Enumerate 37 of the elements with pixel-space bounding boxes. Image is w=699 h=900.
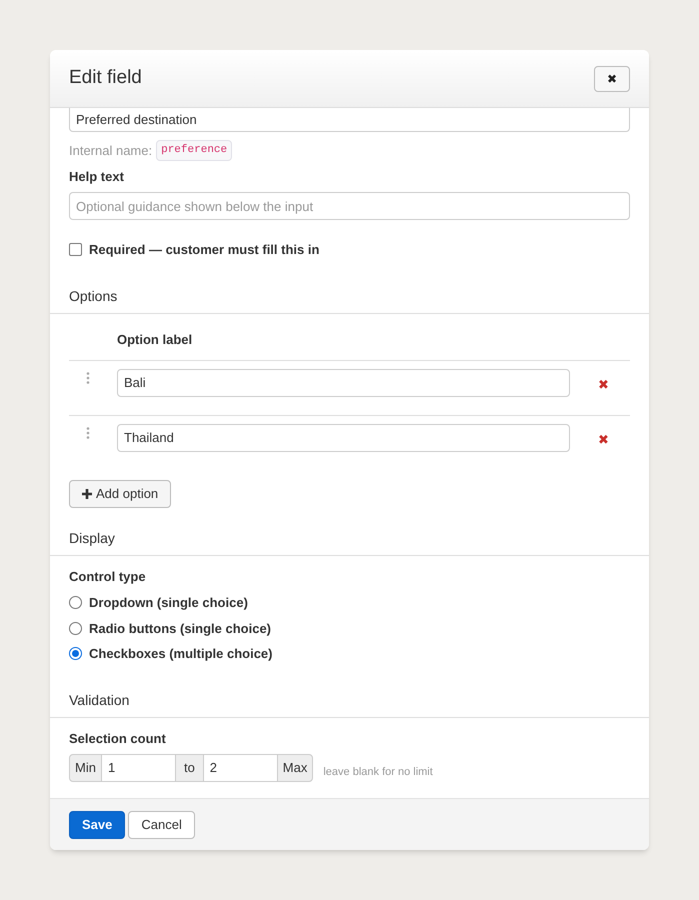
control-type-label: Control type [69, 568, 147, 586]
hint-text: leave blank for no limit [323, 764, 433, 780]
radio-label: Radio buttons (single choice) [89, 620, 272, 638]
option-input[interactable]: Bali [117, 368, 570, 396]
drag-handle-icon[interactable] [86, 372, 90, 384]
remove-button[interactable]: ✖ [598, 430, 609, 449]
to-addon: to [174, 754, 204, 782]
radio-label: Dropdown (single choice) [89, 594, 248, 612]
plus-icon [82, 488, 92, 498]
internal-name-label: Internal name: [69, 142, 152, 160]
max-addon: Max [276, 754, 314, 782]
max-input[interactable]: 2 [204, 754, 277, 782]
section-heading: Validation [50, 690, 649, 718]
remove-button[interactable]: ✖ [598, 374, 609, 394]
required-checkbox[interactable] [69, 243, 82, 256]
radio-button[interactable] [69, 596, 82, 610]
required-label: Required — customer must fill this in [89, 241, 320, 259]
option-input[interactable]: Thailand [117, 424, 570, 452]
drag-handle-icon[interactable] [86, 426, 90, 438]
label-input[interactable]: Preferred destination [69, 108, 630, 132]
section-heading: Options [50, 286, 649, 314]
min-addon: Min [69, 754, 102, 782]
column-header: Option label [117, 332, 192, 346]
radio-label: Checkboxes (multiple choice) [89, 645, 272, 663]
dialog-title: Edit field [69, 66, 142, 90]
close-button[interactable]: ✖ [594, 66, 630, 92]
help-text-label: Help text [69, 168, 125, 186]
add-option-button[interactable]: Add option [69, 480, 172, 508]
radio-button[interactable] [69, 647, 82, 660]
help-text-input[interactable]: Optional guidance shown below the input [69, 192, 630, 220]
save-button[interactable]: Save [69, 810, 126, 838]
radio-button[interactable] [69, 622, 82, 635]
min-input[interactable]: 1 [102, 754, 175, 782]
section-heading: Display [50, 528, 649, 556]
selection-count-label: Selection count [69, 730, 167, 748]
cancel-button[interactable]: Cancel [128, 810, 195, 838]
internal-name-code: preference [156, 140, 232, 160]
